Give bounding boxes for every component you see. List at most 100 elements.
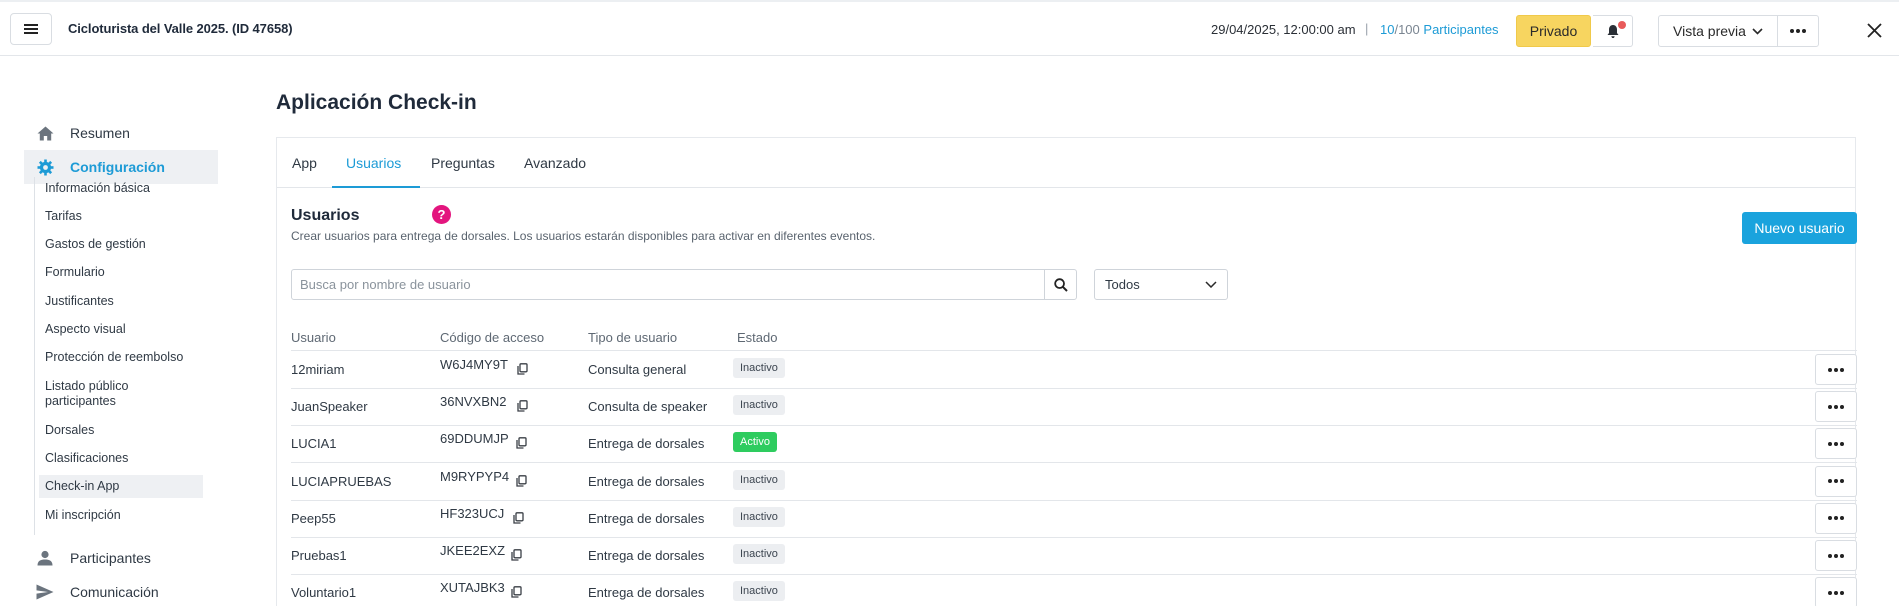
submenu-item-clasificaciones[interactable]: Clasificaciones — [45, 451, 128, 466]
configuration-submenu: Información básica Tarifas Gastos de ges… — [34, 177, 214, 535]
user-type-cell: Entrega de dorsales — [588, 585, 705, 601]
submenu-item-aspecto-visual[interactable]: Aspecto visual — [45, 322, 126, 337]
page-title: Aplicación Check-in — [276, 91, 477, 114]
user-type-cell: Entrega de dorsales — [588, 510, 705, 526]
copy-icon — [515, 474, 527, 487]
section-title: Usuarios — [291, 207, 360, 224]
user-name-cell: LUCIAPRUEBAS — [291, 473, 392, 489]
more-icon — [1828, 367, 1844, 372]
table-row: JuanSpeaker 36NVXBN2 Consulta de speaker In… — [277, 388, 1857, 425]
row-actions-button[interactable] — [1815, 428, 1857, 460]
tab-avanzado[interactable]: Avanzado — [524, 155, 586, 171]
user-type-cell: Entrega de dorsales — [588, 436, 705, 452]
submenu-item-listado-publico[interactable]: Listado público participantes — [45, 379, 145, 409]
more-icon — [1828, 590, 1844, 595]
user-name-cell: Peep55 — [291, 510, 336, 526]
tab-usuarios[interactable]: Usuarios — [346, 155, 401, 171]
status-badge: Inactivo — [733, 581, 785, 602]
search-icon — [1053, 277, 1068, 292]
notification-dot — [1618, 21, 1626, 29]
row-actions-button[interactable] — [1815, 354, 1857, 385]
column-header-usuario: Usuario — [291, 330, 336, 345]
send-icon — [35, 582, 55, 602]
tab-preguntas[interactable]: Preguntas — [431, 155, 495, 171]
access-code-cell: M9RYPYP4 — [440, 468, 510, 484]
row-actions-button[interactable] — [1815, 391, 1857, 423]
access-code-cell: 36NVXBN2 — [440, 394, 507, 410]
close-icon — [1866, 22, 1882, 38]
status-filter-select[interactable]: Todos — [1094, 269, 1228, 300]
participants-link[interactable]: 10/100 Participantes — [1380, 22, 1499, 37]
row-actions-button[interactable] — [1815, 465, 1857, 497]
filter-value: Todos — [1105, 277, 1140, 292]
copy-icon — [512, 511, 524, 524]
close-button[interactable] — [1862, 18, 1886, 42]
copy-code-button[interactable] — [513, 397, 531, 415]
submenu-item-proteccion-de-reembolso[interactable]: Protección de reembolso — [45, 350, 183, 365]
copy-icon — [516, 363, 528, 375]
user-type-cell: Entrega de dorsales — [588, 473, 705, 489]
sidebar-item-participantes[interactable]: Participantes — [24, 541, 151, 575]
copy-icon — [515, 437, 527, 450]
submenu-item-tarifas[interactable]: Tarifas — [45, 209, 82, 224]
notifications-button[interactable] — [1593, 15, 1633, 47]
table-row: Peep55 HF323UCJ Entrega de dorsales Inactiv… — [277, 500, 1857, 537]
submenu-item-gastos-de-gestion[interactable]: Gastos de gestión — [45, 237, 146, 252]
access-code-cell: W6J4MY9T — [440, 357, 508, 372]
copy-code-button[interactable] — [509, 509, 527, 527]
table-row: Voluntario1 XUTAJBK3 Entrega de dorsales In… — [277, 574, 1857, 606]
row-actions-button[interactable] — [1815, 502, 1857, 534]
copy-code-button[interactable] — [512, 472, 530, 490]
column-header-tipo: Tipo de usuario — [588, 330, 678, 345]
preview-dropdown-button[interactable]: Vista previa — [1658, 15, 1778, 47]
event-title: Cicloturista del Valle 2025. (ID 47658) — [68, 21, 293, 36]
private-status-button[interactable]: Privado — [1516, 15, 1591, 47]
sidebar-item-label: Configuración — [70, 159, 165, 175]
submenu-item-mi-inscripcion[interactable]: Mi inscripción — [45, 508, 121, 523]
user-name-cell: 12miriam — [291, 362, 345, 377]
submenu-item-check-in-app[interactable]: Check-in App — [39, 475, 203, 498]
copy-icon — [510, 549, 522, 561]
copy-code-button[interactable] — [507, 583, 525, 601]
copy-icon — [516, 400, 528, 412]
sidebar-item-label: Comunicación — [70, 584, 159, 600]
checkin-card: App Usuarios Preguntas Avanzado Usuarios… — [276, 137, 1857, 606]
more-options-button[interactable] — [1777, 15, 1819, 47]
sidebar-item-resumen[interactable]: Resumen — [24, 116, 130, 150]
search-button[interactable] — [1044, 269, 1077, 300]
submenu-item-justificantes[interactable]: Justificantes — [45, 294, 114, 309]
sidebar-item-label: Participantes — [70, 550, 151, 566]
row-actions-button[interactable] — [1815, 577, 1857, 606]
event-date: 29/04/2025, 12:00:00 am — [1211, 22, 1356, 37]
more-icon — [1790, 29, 1806, 33]
submenu-item-dorsales[interactable]: Dorsales — [45, 423, 94, 438]
status-badge: Inactivo — [733, 469, 785, 490]
access-code-cell: 69DDUMJP — [440, 431, 509, 447]
copy-code-button[interactable] — [513, 360, 531, 378]
user-type-cell: Consulta de speaker — [588, 399, 708, 415]
tab-app[interactable]: App — [292, 155, 317, 171]
participants-label: Participantes — [1419, 22, 1499, 37]
more-icon — [1828, 553, 1844, 558]
submenu-item-formulario[interactable]: Formulario — [45, 265, 105, 280]
copy-code-button[interactable] — [512, 434, 530, 452]
chevron-down-icon — [1205, 281, 1217, 288]
menu-button[interactable] — [10, 13, 52, 45]
preview-label: Vista previa — [1673, 23, 1746, 39]
header-separator: | — [1365, 21, 1369, 36]
gear-icon — [35, 157, 55, 177]
menu-icon — [24, 24, 38, 34]
status-badge: Inactivo — [733, 544, 785, 564]
help-icon[interactable]: ? — [432, 205, 451, 224]
search-input[interactable] — [291, 269, 1045, 300]
top-bar: Cicloturista del Valle 2025. (ID 47658) … — [0, 0, 1899, 56]
more-icon — [1828, 479, 1844, 484]
more-icon — [1828, 516, 1844, 521]
active-tab-indicator — [332, 186, 420, 188]
sidebar-item-comunicacion[interactable]: Comunicación — [24, 575, 159, 606]
new-user-button[interactable]: Nuevo usuario — [1742, 212, 1857, 244]
row-actions-button[interactable] — [1815, 540, 1857, 571]
status-badge: Inactivo — [733, 395, 785, 416]
copy-code-button[interactable] — [507, 546, 525, 564]
submenu-item-informacion-basica[interactable]: Información básica — [45, 181, 150, 196]
